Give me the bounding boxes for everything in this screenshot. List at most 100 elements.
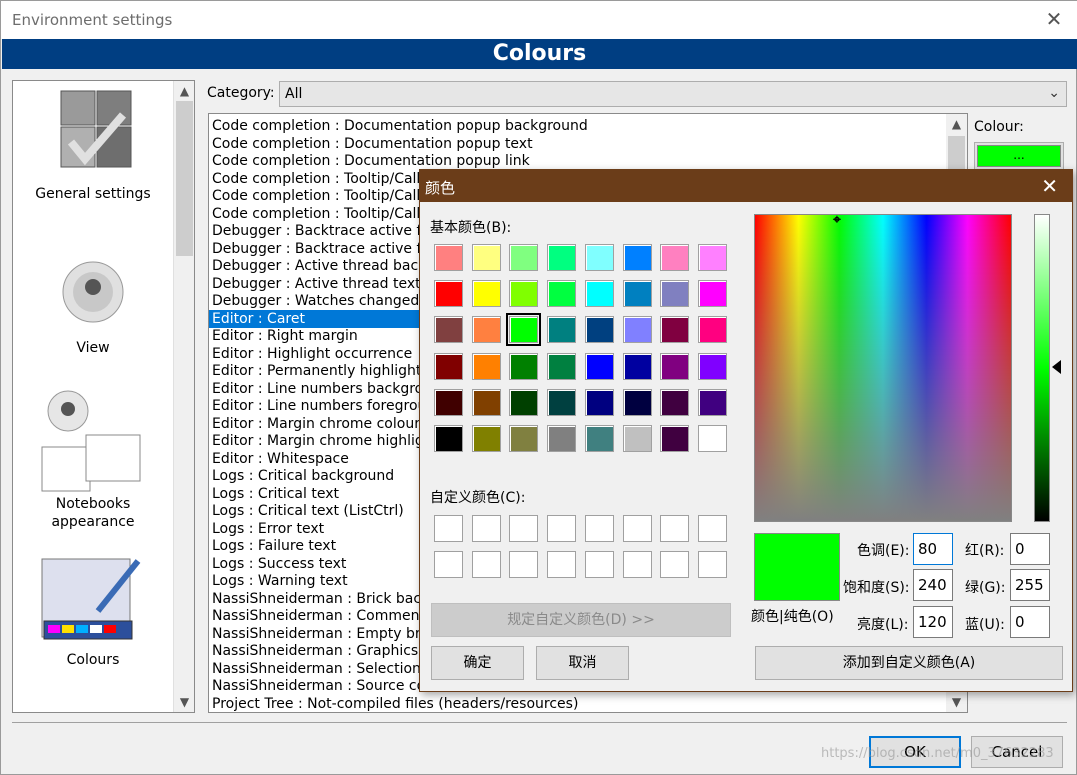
sidebar-scrollbar[interactable]: ▲ ▼ <box>173 81 194 712</box>
custom-color-swatch[interactable] <box>660 515 690 542</box>
basic-color-swatch[interactable] <box>547 425 577 452</box>
custom-color-swatch[interactable] <box>584 515 614 542</box>
basic-color-swatch[interactable] <box>547 388 577 416</box>
sidebar-item-general-settings[interactable]: General settings <box>13 87 173 203</box>
basic-color-swatch[interactable] <box>434 316 463 344</box>
basic-color-swatch[interactable] <box>660 316 690 344</box>
custom-color-swatch[interactable] <box>584 551 614 578</box>
basic-color-swatch[interactable] <box>697 388 727 416</box>
custom-color-swatch[interactable] <box>509 515 539 542</box>
luminance-input[interactable]: 120 <box>913 606 953 638</box>
custom-color-swatch[interactable] <box>434 515 463 542</box>
color-spectrum[interactable]: ⌖ <box>754 213 1012 522</box>
basic-color-swatch[interactable] <box>622 244 652 271</box>
basic-color-swatch[interactable] <box>584 316 614 344</box>
basic-color-swatch[interactable] <box>471 388 501 416</box>
basic-color-swatch[interactable] <box>697 316 727 344</box>
sidebar-item-colours[interactable]: Colours <box>13 551 173 669</box>
custom-color-swatch[interactable] <box>660 551 690 578</box>
red-input[interactable]: 0 <box>1010 533 1050 565</box>
basic-color-swatch[interactable] <box>697 425 727 452</box>
basic-color-swatch[interactable] <box>434 352 463 380</box>
sidebar-item-view[interactable]: View <box>13 257 173 357</box>
luminance-label: 亮度(L): <box>857 617 909 633</box>
scroll-thumb[interactable] <box>176 101 193 256</box>
basic-color-swatch[interactable] <box>622 425 652 452</box>
basic-color-swatch[interactable] <box>660 425 690 452</box>
basic-color-swatch[interactable] <box>434 388 463 416</box>
basic-color-swatch[interactable] <box>584 280 614 308</box>
dialog-ok-button[interactable]: 确定 <box>431 646 524 680</box>
basic-color-swatch[interactable] <box>660 352 690 380</box>
custom-color-swatch[interactable] <box>622 551 652 578</box>
saturation-input[interactable]: 240 <box>913 569 953 601</box>
basic-color-swatch[interactable] <box>584 425 614 452</box>
basic-color-swatch[interactable] <box>471 244 501 271</box>
basic-color-swatch[interactable] <box>547 352 577 380</box>
luminance-pointer-icon[interactable] <box>1052 360 1061 374</box>
chevron-down-icon[interactable]: ▼ <box>174 692 194 712</box>
sidebar-item-label: Notebooks appearance <box>51 496 135 530</box>
basic-color-swatch[interactable] <box>697 280 727 308</box>
list-item[interactable]: Project Tree : Not-compiled files (heade… <box>209 695 947 713</box>
custom-color-swatch[interactable] <box>471 515 501 542</box>
basic-color-swatch[interactable] <box>509 388 539 416</box>
chevron-up-icon[interactable]: ▲ <box>946 114 967 134</box>
basic-color-swatch[interactable] <box>506 313 542 347</box>
basic-color-swatch[interactable] <box>509 280 539 308</box>
basic-color-swatch[interactable] <box>622 352 652 380</box>
basic-color-swatch[interactable] <box>509 244 539 271</box>
custom-color-swatch[interactable] <box>509 551 539 578</box>
chevron-down-icon[interactable]: ▼ <box>946 692 967 712</box>
custom-color-swatch[interactable] <box>547 551 577 578</box>
custom-color-swatch[interactable] <box>697 551 727 578</box>
basic-color-swatch[interactable] <box>697 244 727 271</box>
custom-color-swatch[interactable] <box>471 551 501 578</box>
hue-input[interactable]: 80 <box>913 533 953 565</box>
basic-color-swatch[interactable] <box>471 280 501 308</box>
blue-input[interactable]: 0 <box>1010 606 1050 638</box>
basic-color-swatch[interactable] <box>509 352 539 380</box>
chevron-up-icon[interactable]: ▲ <box>174 81 194 101</box>
basic-color-swatch[interactable] <box>509 425 539 452</box>
custom-color-swatch[interactable] <box>697 515 727 542</box>
basic-color-swatch[interactable] <box>471 352 501 380</box>
custom-color-swatch[interactable] <box>622 515 652 542</box>
basic-color-swatch[interactable] <box>622 388 652 416</box>
basic-color-swatch[interactable] <box>434 425 463 452</box>
basic-color-swatch[interactable] <box>584 388 614 416</box>
basic-color-swatch[interactable] <box>471 425 501 452</box>
list-item[interactable]: Code completion : Documentation popup ba… <box>209 117 947 135</box>
add-to-custom-colors-button[interactable]: 添加到自定义颜色(A) <box>755 646 1063 680</box>
sidebar-item-notebooks-appearance[interactable]: Notebooks appearance <box>13 389 173 531</box>
green-input[interactable]: 255 <box>1010 569 1050 601</box>
basic-color-swatch[interactable] <box>547 280 577 308</box>
custom-color-swatch[interactable] <box>434 551 463 578</box>
dialog-cancel-button[interactable]: 取消 <box>536 646 629 680</box>
category-select[interactable]: All ⌄ <box>279 81 1067 107</box>
close-icon[interactable]: ✕ <box>1044 9 1064 29</box>
basic-color-swatch[interactable] <box>622 316 652 344</box>
custom-color-swatch[interactable] <box>547 515 577 542</box>
colour-picker-button[interactable]: ... <box>974 142 1064 170</box>
basic-color-swatch[interactable] <box>584 244 614 271</box>
blue-label: 蓝(U): <box>965 617 1005 633</box>
palette-icon <box>41 558 141 640</box>
basic-color-swatch[interactable] <box>660 244 690 271</box>
basic-color-swatch[interactable] <box>434 244 463 271</box>
basic-color-swatch[interactable] <box>471 316 501 344</box>
basic-color-swatch[interactable] <box>697 352 727 380</box>
basic-color-swatch[interactable] <box>660 280 690 308</box>
basic-color-swatch[interactable] <box>622 280 652 308</box>
close-icon[interactable]: ✕ <box>1041 174 1058 198</box>
basic-color-swatch[interactable] <box>547 316 577 344</box>
basic-color-swatch[interactable] <box>660 388 690 416</box>
custom-colors-label: 自定义颜色(C): <box>430 490 526 506</box>
basic-color-swatch[interactable] <box>547 244 577 271</box>
list-item[interactable]: Code completion : Documentation popup li… <box>209 152 947 170</box>
basic-color-swatch[interactable] <box>434 280 463 308</box>
list-item[interactable]: Code completion : Documentation popup te… <box>209 135 947 153</box>
define-custom-colors-button[interactable]: 规定自定义颜色(D) >> <box>431 603 731 637</box>
luminance-slider[interactable] <box>1034 214 1050 522</box>
basic-color-swatch[interactable] <box>584 352 614 380</box>
